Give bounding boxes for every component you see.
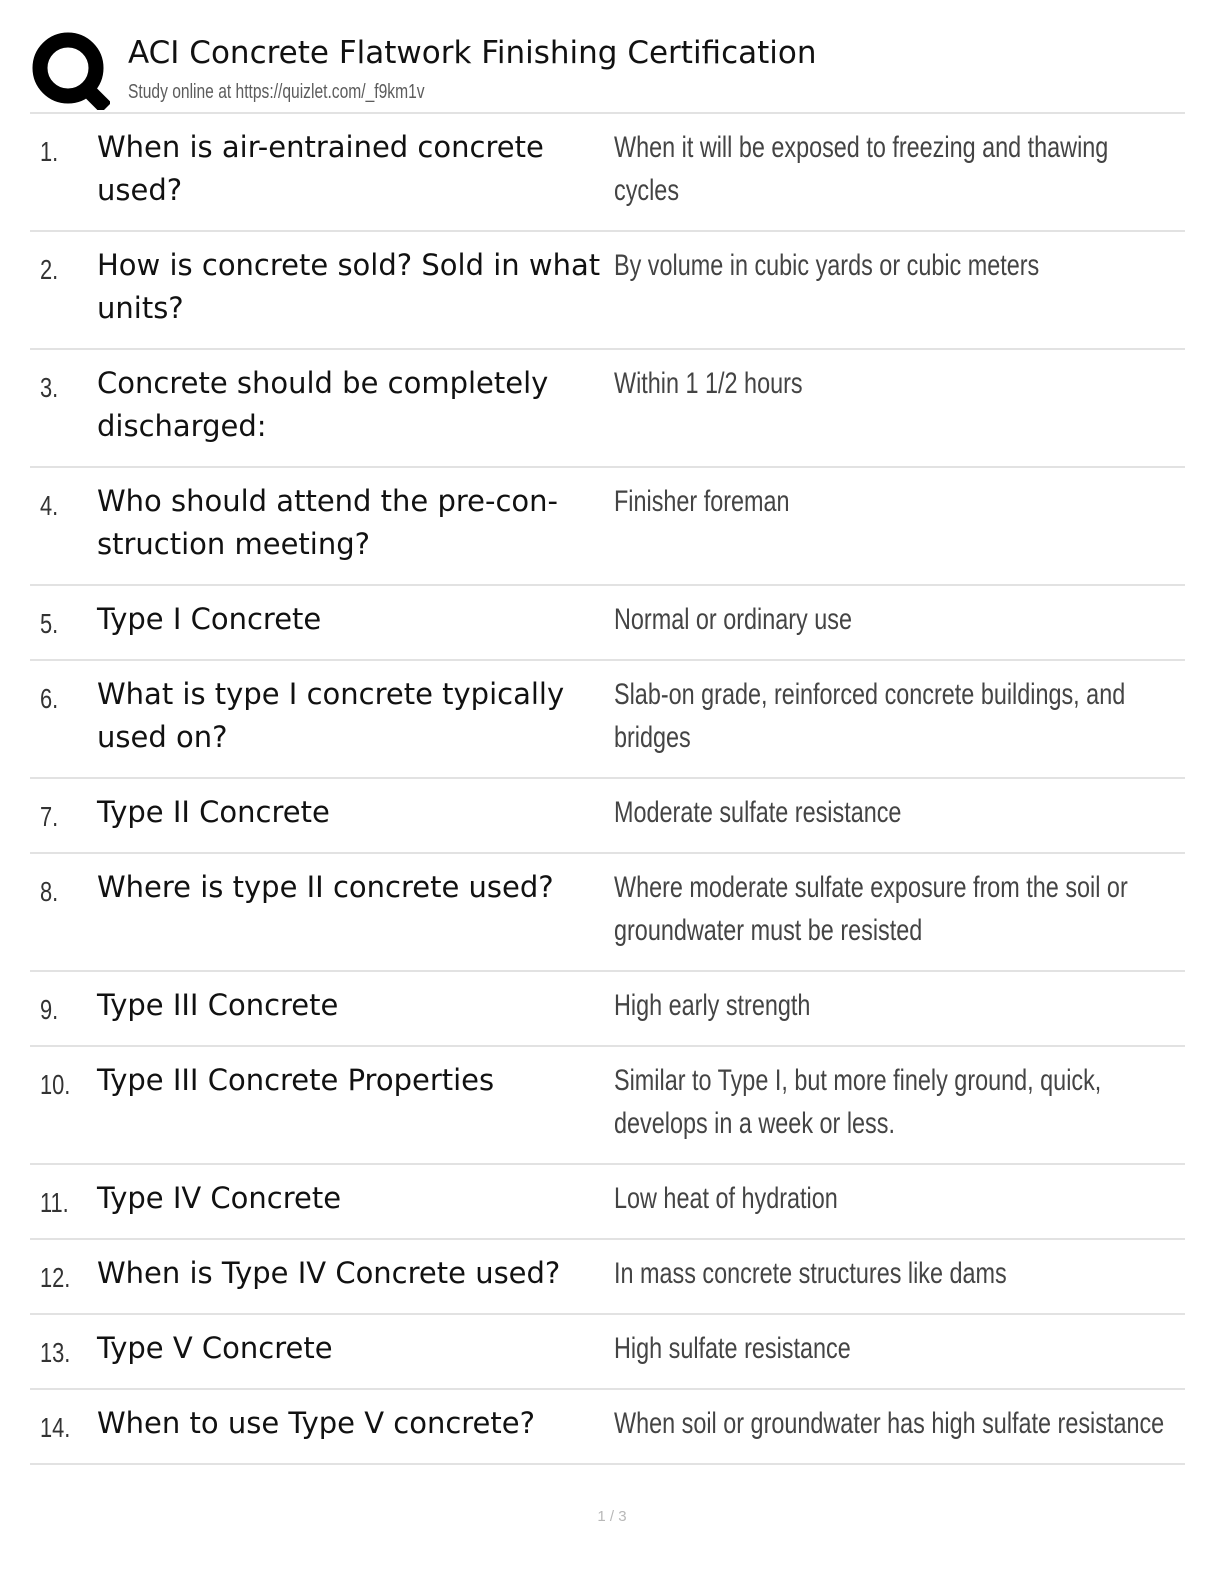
card-number: 9.	[40, 994, 59, 1025]
card-number: 3.	[40, 372, 59, 403]
flashcard-list: 1. When is air-entrained concrete used? …	[30, 114, 1185, 1465]
card-definition: Slab-on grade, reinforced concrete build…	[614, 678, 1126, 754]
flashcard-row: 7. Type II Concrete Moderate sulfate res…	[30, 779, 1185, 854]
flashcard-row: 3. Concrete should be completely dischar…	[30, 350, 1185, 468]
flashcard-row: 14. When to use Type V concrete? When so…	[30, 1390, 1185, 1465]
card-definition: High early strength	[614, 989, 811, 1022]
card-definition: Within 1 1/2 hours	[614, 367, 803, 400]
card-definition: Similar to Type I, but more finely groun…	[614, 1064, 1102, 1140]
flashcard-row: 8. Where is type II concrete used? Where…	[30, 854, 1185, 972]
card-number: 10.	[40, 1069, 71, 1100]
card-definition: Finisher foreman	[614, 485, 790, 518]
card-number: 11.	[40, 1187, 69, 1218]
card-definition: When soil or groundwater has high sulfat…	[614, 1407, 1165, 1440]
card-definition: When it will be exposed to freezing and …	[614, 131, 1109, 207]
card-number: 7.	[40, 801, 59, 832]
card-number: 2.	[40, 254, 59, 285]
card-definition: Low heat of hydration	[614, 1182, 838, 1215]
card-definition: High sulfate resistance	[614, 1332, 851, 1365]
card-term: Type II Concrete	[97, 795, 330, 829]
flashcard-row: 9. Type III Concrete High early strength	[30, 972, 1185, 1047]
study-online-link[interactable]: Study online at https://quizlet.com/_f9k…	[128, 79, 425, 105]
card-term: Type III Concrete Properties	[97, 1063, 495, 1097]
card-number: 5.	[40, 608, 59, 639]
card-number: 13.	[40, 1337, 71, 1368]
page-header: ACI Concrete Flatwork Finishing Certific…	[30, 26, 1185, 114]
card-number: 1.	[40, 136, 59, 167]
card-number: 14.	[40, 1412, 71, 1443]
card-term: When is air-entrained concrete used?	[97, 130, 544, 207]
card-term: How is concrete sold? Sold in what units…	[97, 248, 601, 325]
card-term: When is Type IV Concrete used?	[97, 1256, 561, 1290]
page-number: 1 / 3	[597, 1508, 627, 1525]
card-term: Type I Concrete	[97, 602, 322, 636]
flashcard-row: 12. When is Type IV Concrete used? In ma…	[30, 1240, 1185, 1315]
card-number: 6.	[40, 683, 59, 714]
document-title: ACI Concrete Flatwork Finishing Certific…	[128, 35, 817, 71]
card-term: When to use Type V concrete?	[97, 1406, 536, 1440]
card-term: What is type I concrete typically used o…	[97, 677, 565, 754]
flashcard-row: 4. Who should attend the pre-con- struct…	[30, 468, 1185, 586]
flashcard-row: 13. Type V Concrete High sulfate resista…	[30, 1315, 1185, 1390]
card-definition: Where moderate sulfate exposure from the…	[614, 871, 1128, 947]
flashcard-row: 1. When is air-entrained concrete used? …	[30, 114, 1185, 232]
card-definition: Moderate sulfate resistance	[614, 796, 902, 829]
card-definition: In mass concrete structures like dams	[614, 1257, 1007, 1290]
flashcard-row: 2. How is concrete sold? Sold in what un…	[30, 232, 1185, 350]
card-definition: By volume in cubic yards or cubic meters	[614, 249, 1040, 282]
card-term: Type III Concrete	[97, 988, 339, 1022]
flashcard-row: 11. Type IV Concrete Low heat of hydrati…	[30, 1165, 1185, 1240]
card-term: Type IV Concrete	[97, 1181, 342, 1215]
card-term: Concrete should be completely discharged…	[97, 366, 549, 443]
flashcard-row: 5. Type I Concrete Normal or ordinary us…	[30, 586, 1185, 661]
card-term: Type V Concrete	[97, 1331, 333, 1365]
quizlet-q-logo-icon	[32, 32, 110, 110]
card-number: 4.	[40, 490, 59, 521]
flashcard-row: 6. What is type I concrete typically use…	[30, 661, 1185, 779]
card-definition: Normal or ordinary use	[614, 603, 852, 636]
card-term: Where is type II concrete used?	[97, 870, 554, 904]
card-term: Who should attend the pre-con- struction…	[97, 484, 559, 561]
card-number: 8.	[40, 876, 59, 907]
card-number: 12.	[40, 1262, 71, 1293]
flashcard-row: 10. Type III Concrete Properties Similar…	[30, 1047, 1185, 1165]
